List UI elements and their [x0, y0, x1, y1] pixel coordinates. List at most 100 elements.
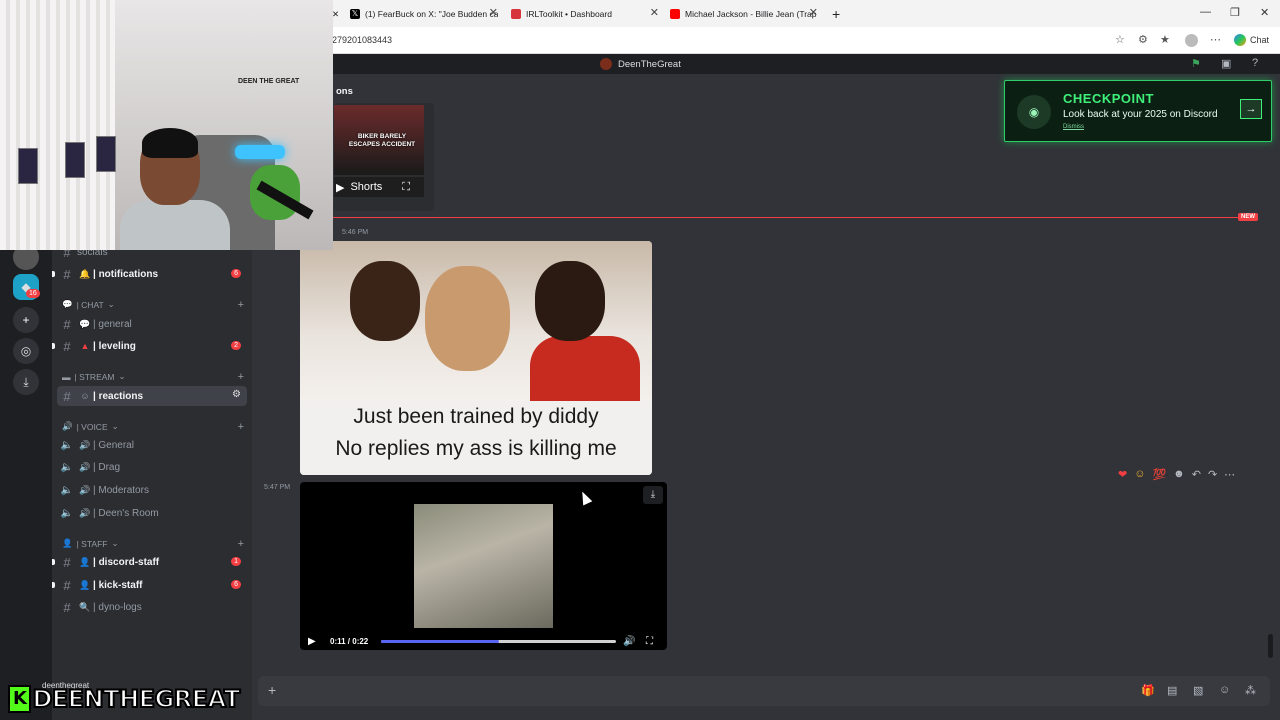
- tab-close-icon[interactable]: ✕: [332, 4, 339, 24]
- volume-icon[interactable]: 🔊: [623, 636, 635, 647]
- channel-discord-staff[interactable]: # 👤 | discord-staff 1: [52, 552, 247, 572]
- message-timestamp: 5:47 PM: [264, 484, 291, 491]
- favorites-icon[interactable]: ★: [1160, 33, 1170, 46]
- meme-face-overlay: [425, 266, 510, 371]
- inbox-icon[interactable]: ▣: [1221, 57, 1231, 70]
- channel-general[interactable]: # 💬 | general: [57, 314, 247, 334]
- category-staff[interactable]: 👤 | STAFF ⌄ +: [62, 538, 244, 550]
- close-icon[interactable]: ✕: [809, 6, 818, 19]
- webcam-wall-sign: DEEN THE GREAT: [238, 78, 300, 85]
- stream-icon: ▬: [62, 371, 71, 382]
- channel-reactions[interactable]: # ☺ | reactions ⚙: [57, 386, 247, 406]
- sticker-icon[interactable]: ▧: [1193, 684, 1203, 697]
- profile-avatar-icon[interactable]: [1185, 34, 1198, 47]
- category-chat[interactable]: 💬 | CHAT ⌄ +: [62, 299, 244, 311]
- channel-label: | leveling: [93, 340, 136, 352]
- neon-light: [235, 145, 285, 159]
- wall-poster: [18, 148, 38, 184]
- window-title: DeenTheGreat: [618, 58, 681, 70]
- chevron-down-icon: ⌄: [118, 371, 126, 381]
- close-window-icon[interactable]: ✕: [1260, 6, 1269, 19]
- extension-icon[interactable]: ⚙: [1138, 33, 1148, 46]
- laughing-reaction-icon[interactable]: ☺: [1134, 468, 1145, 480]
- voice-channel-drag[interactable]: 🔈 🔊 | Drag: [57, 457, 247, 477]
- download-icon[interactable]: ⤓: [643, 486, 663, 504]
- unread-indicator: [52, 343, 55, 349]
- arrow-right-icon[interactable]: →: [1240, 99, 1262, 119]
- play-icon[interactable]: ▶: [308, 636, 316, 647]
- video-player[interactable]: ⤓ ▶ 0:11 / 0:22 🔊 ⛶: [300, 482, 667, 650]
- voice-channel-general[interactable]: 🔈 🔊 | General: [57, 435, 247, 455]
- category-voice[interactable]: 🔊 | VOICE ⌄ +: [62, 421, 244, 433]
- emoji-icon[interactable]: ☺: [1219, 684, 1230, 696]
- speaker-icon: 🔈: [60, 484, 74, 496]
- channel-label: | Drag: [93, 461, 121, 473]
- minimize-icon[interactable]: —: [1200, 6, 1211, 18]
- forward-icon[interactable]: ↷: [1208, 468, 1217, 481]
- restore-icon[interactable]: ❐: [1230, 6, 1240, 19]
- meme-image[interactable]: Just been trained by diddy No replies my…: [300, 241, 652, 475]
- checkpoint-banner[interactable]: ◉ CHECKPOINT Look back at your 2025 on D…: [1004, 80, 1272, 142]
- more-menu-icon[interactable]: ⋯: [1210, 33, 1221, 46]
- help-icon[interactable]: ?: [1252, 57, 1258, 69]
- youtube-shorts-embed[interactable]: BIKER BARELY ESCAPES ACCIDENT ▶ Shorts ⛶: [334, 103, 434, 211]
- message-composer[interactable]: + 🎁 ▤ ▧ ☺ ⁂: [258, 676, 1270, 706]
- add-channel-icon[interactable]: +: [238, 371, 244, 383]
- tab-youtube[interactable]: Michael Jackson - Billie Jean (Trap ✕: [670, 4, 818, 24]
- add-server-icon[interactable]: +: [13, 307, 39, 333]
- play-icon[interactable]: ▶: [336, 181, 344, 194]
- more-options-icon[interactable]: ⋯: [1224, 468, 1235, 481]
- channel-kick-staff[interactable]: # 👤 | kick-staff 6: [52, 575, 247, 595]
- mention-count: 6: [231, 269, 241, 278]
- fullscreen-icon[interactable]: ⛶: [402, 181, 410, 194]
- tab-irltoolkit[interactable]: IRLToolkit • Dashboard ✕: [511, 4, 659, 24]
- new-messages-divider: [300, 217, 1255, 218]
- tab-title: Michael Jackson - Billie Jean (Trap: [685, 9, 817, 19]
- speaker-icon: 🔊: [79, 484, 91, 495]
- streamer-shirt: [120, 200, 230, 250]
- download-icon[interactable]: ⤓: [13, 369, 39, 395]
- add-channel-icon[interactable]: +: [238, 538, 244, 550]
- kick-logo-icon: K: [8, 685, 32, 713]
- url-text[interactable]: 279201083443: [332, 35, 392, 45]
- chat-scrollbar[interactable]: [1268, 634, 1273, 658]
- dismiss-link[interactable]: Dismiss: [1063, 124, 1084, 130]
- channel-label: | discord-staff: [93, 556, 160, 568]
- add-reaction-icon[interactable]: ☻: [1173, 468, 1185, 480]
- channel-label: | reactions: [93, 390, 144, 402]
- channel-settings-icon[interactable]: ⚙: [232, 389, 241, 400]
- upload-plus-icon[interactable]: +: [268, 682, 276, 698]
- tab-fearbuck[interactable]: 𝕏 (1) FearBuck on X: "Joe Budden ca ✕: [350, 4, 498, 24]
- close-icon[interactable]: ✕: [489, 6, 498, 19]
- channel-label: | Deen's Room: [93, 507, 159, 519]
- apps-icon[interactable]: ⁂: [1245, 684, 1256, 697]
- fullscreen-icon[interactable]: ⛶: [646, 636, 653, 647]
- wall-poster: [65, 142, 85, 178]
- heart-reaction-icon[interactable]: ❤: [1118, 468, 1127, 481]
- channel-leveling[interactable]: # ▲ | leveling 2: [52, 336, 247, 356]
- gif-icon[interactable]: ▤: [1167, 684, 1177, 697]
- channel-dyno-logs[interactable]: # 🔍 | dyno-logs: [57, 597, 247, 617]
- voice-channel-moderators[interactable]: 🔈 🔊 | Moderators: [57, 480, 247, 500]
- meme-caption-line: No replies my ass is killing me: [335, 437, 617, 460]
- webcam-overlay: DEEN THE GREAT: [0, 0, 333, 250]
- add-channel-icon[interactable]: +: [238, 299, 244, 311]
- voice-channel-deens-room[interactable]: 🔈 🔊 | Deen's Room: [57, 503, 247, 523]
- video-frame[interactable]: [414, 504, 553, 628]
- close-icon[interactable]: ✕: [650, 6, 659, 19]
- hundred-reaction-icon[interactable]: 💯: [1152, 468, 1166, 481]
- speaker-icon: 🔊: [62, 421, 73, 431]
- flag-icon[interactable]: ⚑: [1191, 57, 1201, 70]
- discover-icon[interactable]: ◎: [13, 338, 39, 364]
- copilot-button[interactable]: Chat: [1234, 34, 1269, 46]
- new-tab-icon[interactable]: +: [832, 4, 840, 24]
- gift-icon[interactable]: 🎁: [1141, 684, 1155, 697]
- speaker-icon: 🔈: [60, 439, 74, 451]
- category-stream[interactable]: ▬ | STREAM ⌄ +: [62, 371, 244, 383]
- add-channel-icon[interactable]: +: [238, 421, 244, 433]
- channel-notifications[interactable]: # 🔔 | notifications 6: [52, 264, 247, 284]
- favorite-star-icon[interactable]: ☆: [1115, 33, 1125, 46]
- reply-icon[interactable]: ↶: [1192, 468, 1201, 481]
- video-progress-track[interactable]: [381, 640, 616, 643]
- copilot-label: Chat: [1250, 35, 1270, 45]
